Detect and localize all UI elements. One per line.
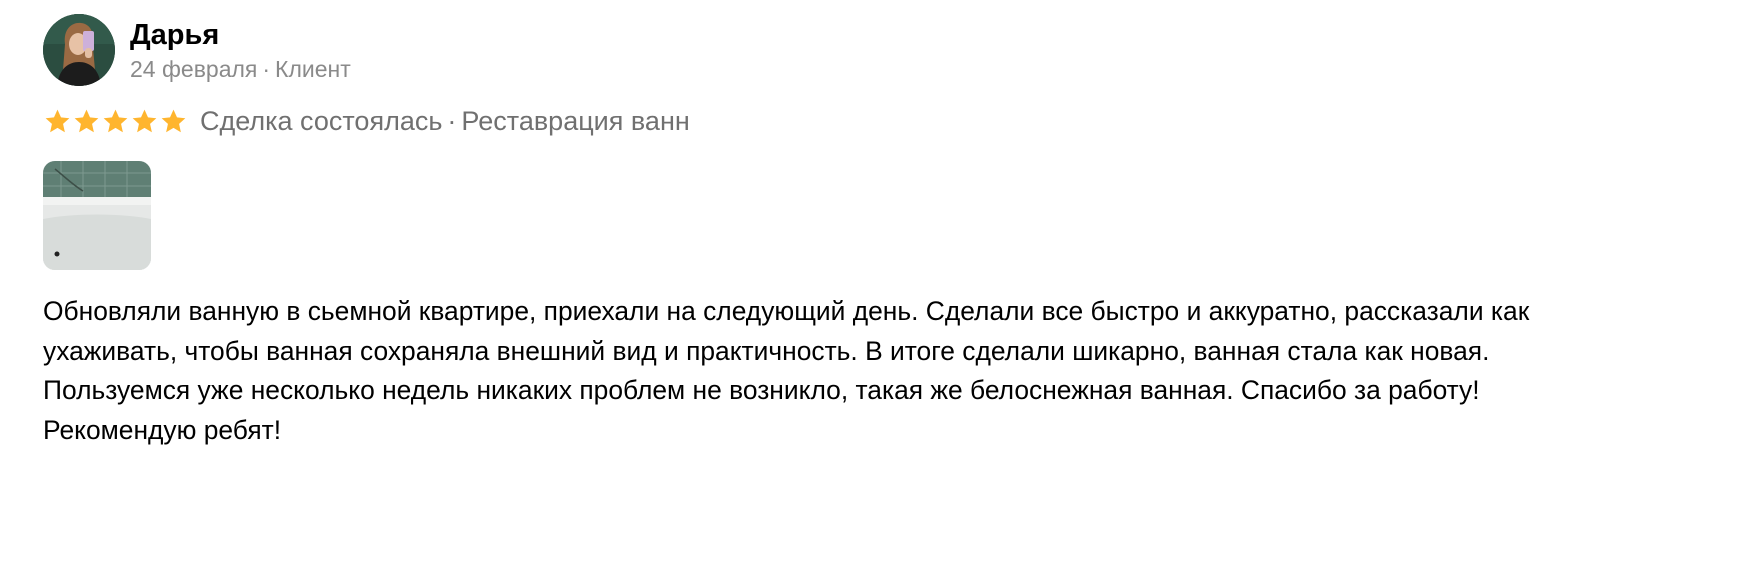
star-rating [43, 107, 188, 136]
star-icon [161, 109, 186, 132]
author-role: Клиент [275, 56, 351, 82]
star-icon [45, 109, 70, 132]
rating-separator: · [447, 106, 457, 136]
review-date: 24 февраля [130, 56, 258, 82]
star-icon [132, 109, 157, 132]
avatar-image [43, 14, 115, 86]
author-name[interactable]: Дарья [130, 17, 219, 53]
review-paragraph: Обновляли ванную в сьемной квартире, при… [43, 296, 1530, 405]
star-icon [103, 109, 128, 132]
service-name: Реставрация ванн [461, 106, 690, 136]
review-card: Дарья 24 февраля · Клиент Сделка состоялас… [0, 0, 1743, 564]
review-paragraph: Рекомендую ребят! [43, 414, 282, 445]
bathtub-photo-icon [43, 161, 151, 270]
review-photo[interactable] [43, 161, 151, 270]
rating-row: Сделка состоялась · Реставрация ванн [43, 102, 690, 140]
avatar[interactable] [43, 14, 115, 86]
meta-separator: · [262, 56, 271, 82]
review-meta: 24 февраля · Клиент [130, 55, 351, 83]
deal-status: Сделка состоялась [200, 106, 443, 136]
star-icon [74, 109, 99, 132]
review-text: Обновляли ванную в сьемной квартире, при… [43, 292, 1603, 450]
